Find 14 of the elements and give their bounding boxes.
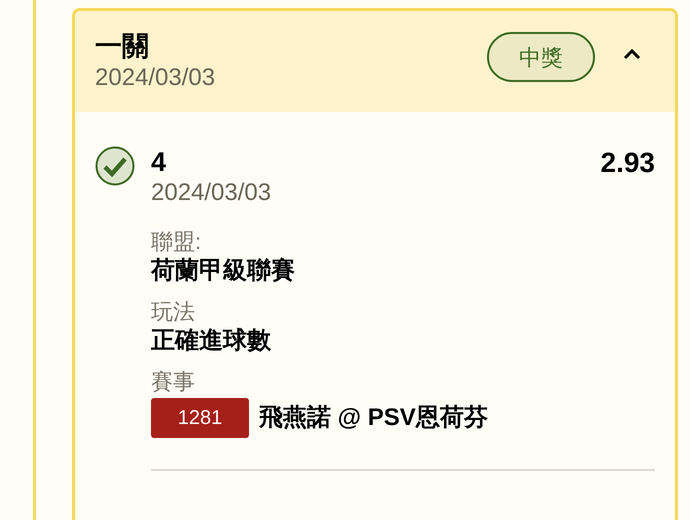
event-name: 飛燕諾 @ PSV恩荷芬 [259,403,488,433]
field-value: 正確進球數 [151,326,272,356]
selection-date: 2024/03/03 [151,178,272,208]
status-badge: 中獎 [487,32,595,82]
field-label: 玩法 [151,298,196,326]
card-title: 一關 [95,30,150,63]
card-date: 2024/03/03 [95,63,216,93]
field-label: 聯盟: [151,228,202,256]
selection-pick: 4 [151,146,168,178]
chevron-up-icon [623,48,641,60]
odds-value: 2.93 [600,146,655,180]
field-label: 賽事 [151,368,196,396]
field-value: 荷蘭甲級聯賽 [151,256,296,286]
event-code-badge: 1281 [151,398,249,438]
